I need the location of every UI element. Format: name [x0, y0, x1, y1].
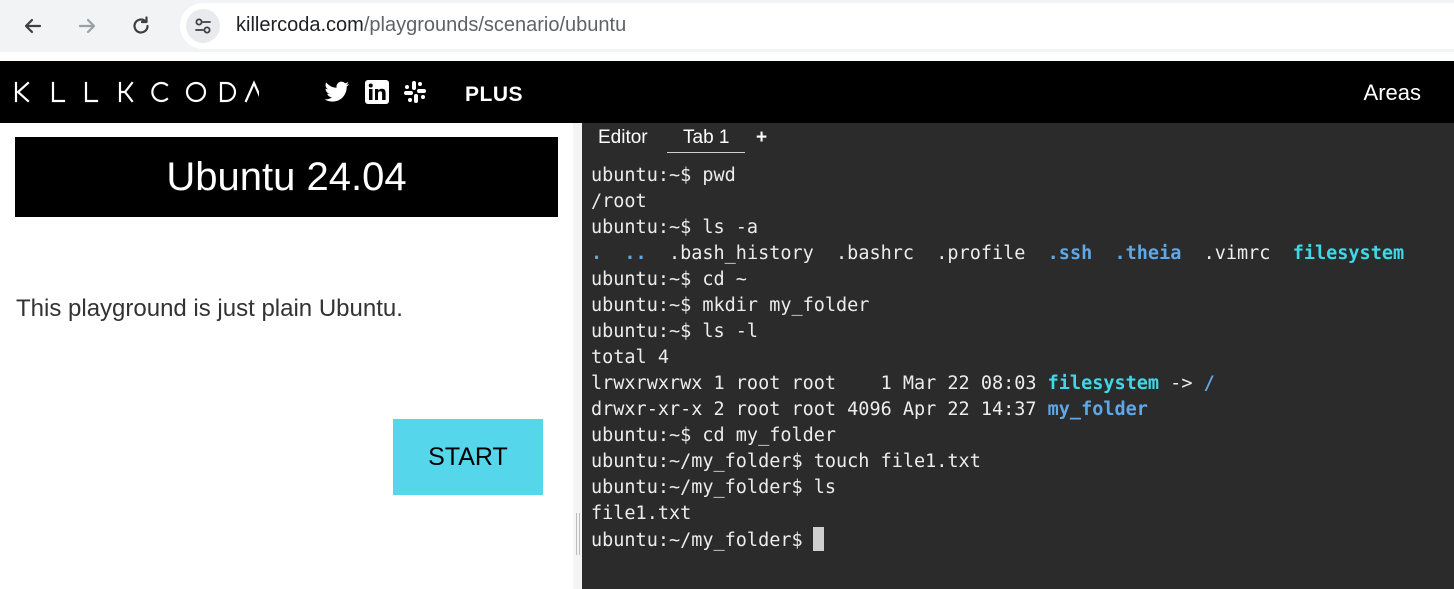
site-header: PLUS Areas: [0, 61, 1454, 123]
terminal-text: .bash_history .bashrc .profile: [646, 243, 1048, 264]
terminal-text: ubuntu:~$ ls -a: [591, 217, 759, 238]
reload-button[interactable]: [124, 9, 158, 43]
terminal-line: ubuntu:~$ mkdir my_folder: [591, 293, 1404, 319]
terminal-line: ubuntu:~$ ls -a: [591, 215, 1404, 241]
terminal-line: ubuntu:~$ cd my_folder: [591, 423, 1404, 449]
terminal-line: . .. .bash_history .bashrc .profile .ssh…: [591, 241, 1404, 267]
terminal-tabs: Editor Tab 1 +: [582, 123, 1454, 155]
terminal-text: drwxr-xr-x 2 root root 4096 Apr 22 14:37: [591, 399, 1048, 420]
terminal-text: .vimrc: [1181, 243, 1293, 264]
terminal-colored-text: filesystem: [1292, 243, 1405, 264]
terminal-line: total 4: [591, 345, 1404, 371]
back-button[interactable]: [16, 9, 50, 43]
terminal-colored-text: .: [591, 243, 603, 264]
url-host: killercoda.com: [236, 14, 364, 36]
slack-icon: [404, 81, 426, 103]
areas-menu[interactable]: Areas: [1364, 80, 1421, 106]
scenario-title-box: Ubuntu 24.04: [15, 137, 558, 217]
terminal-line: ubuntu:~/my_folder$: [591, 527, 1404, 553]
terminal-line: lrwxrwxrwx 1 root root 1 Mar 22 08:03 fi…: [591, 371, 1404, 397]
terminal-colored-text: my_folder: [1047, 399, 1148, 420]
site-info-button[interactable]: [186, 9, 220, 43]
terminal-text: /root: [591, 191, 647, 212]
terminal-line: ubuntu:~/my_folder$ ls: [591, 475, 1404, 501]
reload-icon: [133, 16, 149, 34]
terminal-colored-text: /: [1203, 373, 1215, 394]
slack-link[interactable]: [402, 79, 428, 105]
start-button[interactable]: START: [393, 419, 543, 495]
arrow-right-icon: [78, 18, 96, 34]
terminal-output[interactable]: ubuntu:~$ pwd/root ubuntu:~$ ls -a. .. .b…: [591, 163, 1404, 553]
twitter-link[interactable]: [323, 79, 351, 105]
terminal-text: ubuntu:~/my_folder$: [591, 530, 803, 551]
scenario-title: Ubuntu 24.04: [166, 154, 407, 199]
terminal-text: ->: [1159, 373, 1204, 394]
terminal-text: lrwxrwxrwx 1 root root 1 Mar 22 08:03: [591, 373, 1048, 394]
terminal-cursor: [812, 527, 824, 551]
resize-grip-icon[interactable]: [576, 513, 580, 555]
terminal-colored-text: .theia: [1114, 243, 1182, 264]
linkedin-link[interactable]: [364, 79, 390, 105]
url-path: /playgrounds/scenario/ubuntu: [363, 14, 627, 36]
terminal-colored-text: ..: [624, 243, 647, 264]
scenario-panel: Ubuntu 24.04 This playground is just pla…: [0, 123, 573, 589]
url-text: killercoda.com/playgrounds/scenario/ubun…: [236, 14, 626, 37]
terminal-line: ubuntu:~$ ls -l: [591, 319, 1404, 345]
terminal-line: drwxr-xr-x 2 root root 4096 Apr 22 14:37…: [591, 397, 1404, 423]
linkedin-icon: [365, 80, 389, 104]
terminal-text: total 4: [591, 347, 669, 368]
terminal-colored-text: filesystem: [1047, 373, 1160, 394]
plus-link[interactable]: PLUS: [465, 83, 523, 107]
terminal-line: ubuntu:~/my_folder$ touch file1.txt: [591, 449, 1404, 475]
terminal-text: ubuntu:~$ pwd: [591, 165, 736, 186]
forward-button[interactable]: [70, 9, 104, 43]
killercoda-logo[interactable]: [14, 79, 259, 105]
terminal-line: /root: [591, 189, 1404, 215]
terminal-text: ubuntu:~$ mkdir my_folder: [591, 295, 870, 316]
terminal-text: ubuntu:~$ cd my_folder: [591, 425, 837, 446]
browser-toolbar: killercoda.com/playgrounds/scenario/ubun…: [0, 0, 1454, 52]
add-tab-button[interactable]: +: [756, 127, 767, 149]
terminal-colored-text: .ssh: [1047, 243, 1093, 264]
twitter-icon: [324, 81, 349, 102]
terminal-text: ubuntu:~/my_folder$ ls: [591, 477, 837, 498]
terminal-panel[interactable]: Editor Tab 1 + ubuntu:~$ pwd/root ubuntu:…: [582, 123, 1454, 589]
terminal-text: ubuntu:~$ cd ~: [591, 269, 747, 290]
scenario-description: This playground is just plain Ubuntu.: [16, 295, 403, 322]
terminal-text: file1.txt: [591, 503, 692, 524]
arrow-left-icon: [24, 18, 42, 34]
terminal-line: ubuntu:~$ pwd: [591, 163, 1404, 189]
terminal-text: ubuntu:~/my_folder$ touch file1.txt: [591, 451, 981, 472]
tab-tab-1[interactable]: Tab 1: [667, 127, 746, 153]
terminal-line: ubuntu:~$ cd ~: [591, 267, 1404, 293]
terminal-line: file1.txt: [591, 501, 1404, 527]
address-bar[interactable]: killercoda.com/playgrounds/scenario/ubun…: [180, 3, 1454, 49]
tab-editor[interactable]: Editor: [598, 127, 648, 149]
terminal-text: ubuntu:~$ ls -l: [591, 321, 759, 342]
tune-icon: [195, 18, 211, 34]
